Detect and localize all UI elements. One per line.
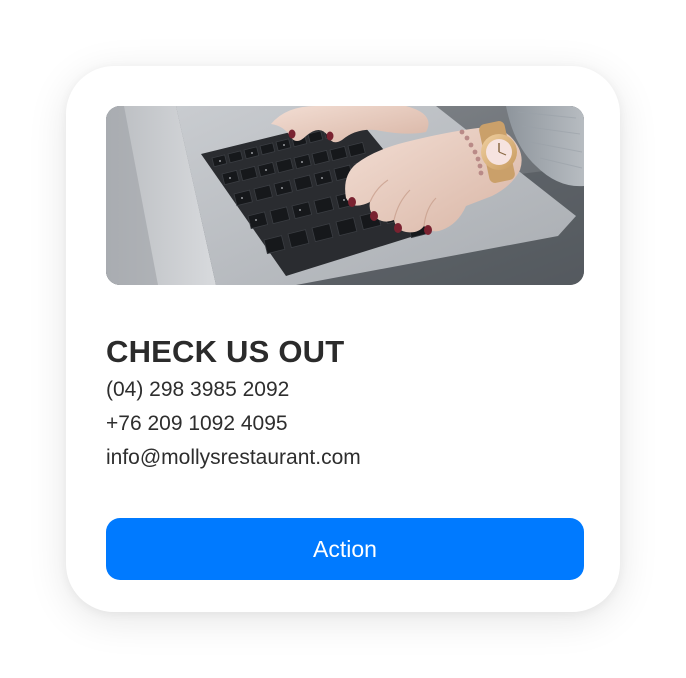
laptop-typing-illustration [106,106,584,285]
email-address: info@mollysrestaurant.com [106,446,361,469]
page-background: CHECK US OUT (04) 298 3985 2092 +76 209 … [0,0,686,678]
phone-secondary: +76 209 1092 4095 [106,412,288,435]
card-title: CHECK US OUT [106,334,345,369]
contact-card: CHECK US OUT (04) 298 3985 2092 +76 209 … [66,66,620,612]
action-button[interactable]: Action [106,518,584,580]
hero-image [106,106,584,285]
phone-primary: (04) 298 3985 2092 [106,378,290,401]
